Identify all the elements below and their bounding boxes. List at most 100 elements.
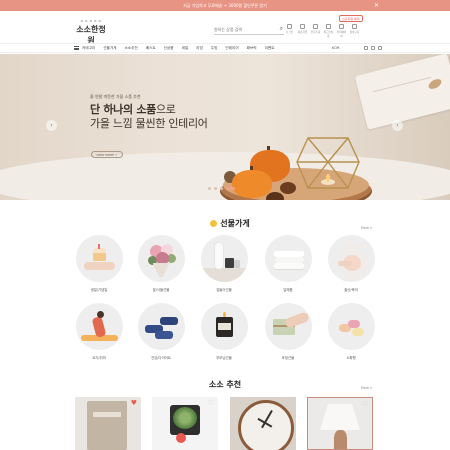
notebook-label: [93, 412, 121, 417]
prev-slide-arrow-icon[interactable]: ‹: [46, 120, 57, 131]
category-label: 생일/기념일: [90, 288, 108, 292]
util-recent[interactable]: 최근본상품: [323, 24, 334, 38]
category-flowers[interactable]: 꽃/식물선물: [131, 235, 191, 292]
language-selector[interactable]: KOR: [332, 44, 340, 53]
recommend-more-link[interactable]: More >: [361, 386, 373, 390]
pumpkin-image: [232, 170, 272, 198]
util-mypage[interactable]: 마이페이지: [336, 24, 347, 38]
category-label: 꽃/식물선물: [152, 288, 170, 292]
home-icon: [339, 24, 344, 29]
macaron-image: [327, 303, 375, 350]
product-card-planter[interactable]: ♡: [152, 397, 218, 450]
nav-item[interactable]: 소소추천: [124, 44, 137, 53]
heart-icon[interactable]: ♡: [208, 400, 214, 407]
lamp-base-image: [334, 430, 347, 449]
category-birthday[interactable]: 생일/기념일: [69, 235, 129, 292]
settings-icon[interactable]: [378, 46, 382, 50]
hero-banner[interactable]: 올 연말 따뜻한 가을 소품 추천 단 하나의 소품으로 가을 느낌 물씬한 인…: [0, 54, 450, 200]
vase-image: [200, 235, 248, 282]
search-input[interactable]: [214, 25, 272, 34]
promo-text[interactable]: 지금 가입하고 무료배송 + 3000원 할인쿠폰 받기: [183, 3, 267, 9]
nav-item[interactable]: 패브릭: [247, 44, 257, 53]
category-housewarming[interactable]: 집들이선물: [194, 235, 254, 292]
nav-item[interactable]: 이벤트: [265, 44, 275, 53]
gift-more-link[interactable]: More >: [361, 226, 373, 230]
util-label: 마이페이지: [336, 31, 347, 38]
utility-menu: 로그인 회원가입 주문조회 최근본상품 마이페이지 장바구니: [284, 24, 360, 38]
dumbbell-image: [137, 303, 185, 350]
main-navigation: 카테고리 선물가게 소소추천 베스트 신상품 세일 리빙 주방 인테리어 패브릭…: [0, 43, 450, 53]
flower-bouquet-image: [137, 235, 185, 282]
util-label: 로그인: [285, 31, 294, 34]
product-card-lamp[interactable]: ♡: [307, 397, 373, 450]
slide-dot[interactable]: [208, 187, 211, 190]
hero-title-rest: 으로: [155, 103, 176, 116]
nav-item[interactable]: 리빙: [196, 44, 203, 53]
logo-decoration: ✿ ✿ ✿ ✿ ✿: [80, 19, 102, 23]
pregnant-belly-image: [327, 235, 375, 282]
category-label: 부모님선물: [216, 356, 232, 360]
slide-pagination: [208, 187, 235, 190]
product-card-clock[interactable]: ♡: [230, 397, 296, 450]
search-icon[interactable]: ⌕: [280, 25, 283, 33]
member-benefit-badge[interactable]: 신규회원 혜택: [339, 15, 363, 22]
category-label: 집들이선물: [216, 288, 232, 292]
heart-icon[interactable]: ♡: [286, 400, 292, 407]
nav-tools: [364, 46, 382, 50]
category-return-gift[interactable]: 답례품: [258, 235, 318, 292]
heart-icon[interactable]: ♡: [362, 401, 368, 408]
heart-icon[interactable]: ♥: [131, 400, 137, 407]
nav-item[interactable]: 주방: [211, 44, 218, 53]
top-promo-banner[interactable]: 지금 가입하고 무료배송 + 3000원 할인쿠폰 받기 ✕: [0, 0, 450, 11]
user-icon: [287, 24, 292, 29]
nav-item[interactable]: 신상품: [164, 44, 174, 53]
open-book-image: [354, 54, 450, 130]
util-label: 장바구니: [349, 31, 360, 34]
category-wrapping[interactable]: 포장선물: [258, 303, 318, 360]
product-card-notebook[interactable]: ♥: [75, 397, 141, 450]
category-label: 출산/육아: [344, 288, 358, 292]
util-label: 주문조회: [310, 31, 321, 34]
hero-title-bold: 단 하나의 소품: [90, 103, 156, 116]
cart-icon: [352, 24, 357, 29]
bookmark-icon[interactable]: [364, 46, 368, 50]
nav-item[interactable]: 세일: [182, 44, 189, 53]
share-icon[interactable]: [371, 46, 375, 50]
nav-menu: 카테고리 선물가게 소소추천 베스트 신상품 세일 리빙 주방 인테리어 패브릭…: [82, 44, 283, 53]
nav-item[interactable]: 선물가게: [103, 44, 116, 53]
category-label: 건강/다이어트: [151, 356, 171, 360]
search-box[interactable]: ⌕: [214, 25, 284, 35]
gift-wrap-image: [264, 303, 312, 350]
birthday-cake-image: [75, 235, 123, 282]
category-baby[interactable]: 출산/육아: [321, 235, 381, 292]
category-yoga[interactable]: 요가/취미: [69, 303, 129, 360]
nav-item[interactable]: 베스트: [146, 44, 156, 53]
user-plus-icon: [300, 24, 305, 29]
site-logo[interactable]: ✿ ✿ ✿ ✿ ✿ 소소한정원: [74, 19, 108, 45]
util-order[interactable]: 주문조회: [310, 24, 321, 38]
category-health[interactable]: 건강/다이어트: [131, 303, 191, 360]
eye-icon: [326, 24, 331, 29]
nav-item[interactable]: 카테고리: [82, 44, 95, 53]
category-label: 답례품: [283, 288, 293, 292]
view-more-button[interactable]: VIEW MORE >: [91, 151, 123, 158]
hero-subtitle: 올 연말 따뜻한 가을 소품 추천: [90, 94, 141, 99]
slide-dot[interactable]: [220, 187, 223, 190]
hamburger-icon[interactable]: [74, 46, 79, 50]
slide-dot[interactable]: [214, 187, 217, 190]
close-icon[interactable]: ✕: [374, 0, 379, 11]
geometric-lantern-image: [296, 137, 360, 189]
category-small-happiness[interactable]: 소확행: [321, 303, 381, 360]
util-join[interactable]: 회원가입: [297, 24, 308, 38]
util-label: 회원가입: [297, 31, 308, 34]
next-slide-arrow-icon[interactable]: ›: [392, 120, 403, 131]
slide-dot-active[interactable]: [226, 187, 235, 190]
recommend-title: 소소 추천: [208, 380, 242, 389]
util-cart[interactable]: 장바구니: [349, 24, 360, 38]
util-login[interactable]: 로그인: [284, 24, 295, 38]
chestnut-image: [266, 192, 284, 200]
nav-item[interactable]: 인테리어: [225, 44, 238, 53]
hero-title: 단 하나의 소품으로 가을 느낌 물씬한 인테리어: [90, 103, 208, 131]
category-parents[interactable]: 부모님선물: [194, 303, 254, 360]
succulent-image: [173, 407, 197, 429]
